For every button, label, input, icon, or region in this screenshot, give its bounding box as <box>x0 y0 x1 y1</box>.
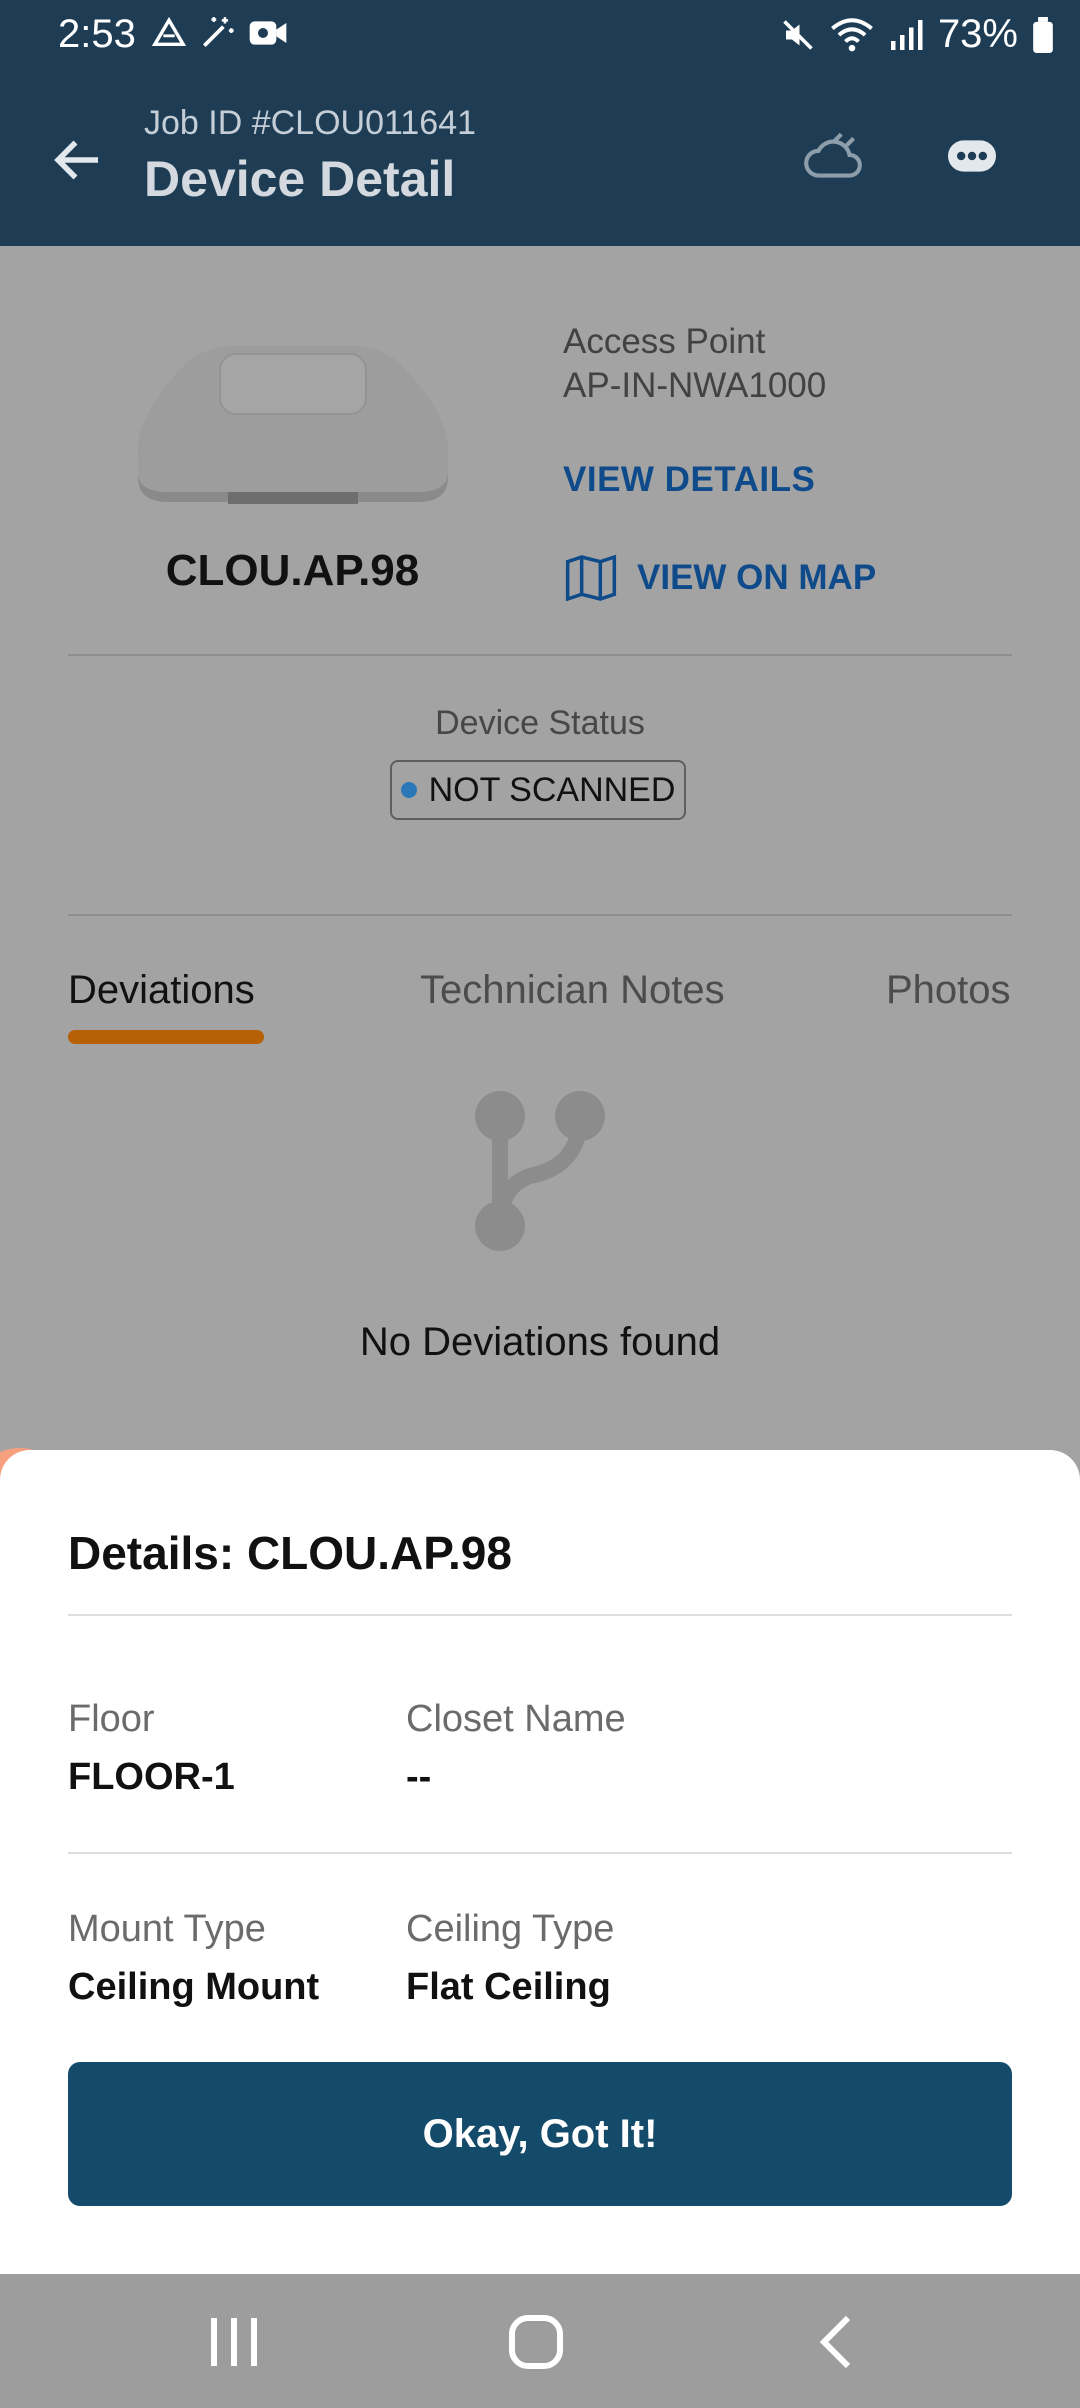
tab-photos[interactable]: Photos <box>886 968 1011 1013</box>
system-nav-bar <box>0 2274 1080 2408</box>
view-on-map-link[interactable]: VIEW ON MAP <box>563 550 876 606</box>
back-nav-icon[interactable] <box>808 2314 868 2370</box>
device-model: AP-IN-NWA1000 <box>563 366 827 405</box>
page-title: Device Detail <box>144 151 456 207</box>
device-status-value: NOT SCANNED <box>428 770 676 809</box>
device-detail-content: CLOU.AP.98 Access Point AP-IN-NWA1000 VI… <box>0 246 1080 1450</box>
drive-icon <box>152 16 186 47</box>
job-id: Job ID #CLOU011641 <box>144 104 477 142</box>
home-icon[interactable] <box>506 2314 566 2370</box>
ceiling-type-value: Flat Ceiling <box>406 1966 611 2008</box>
tab-deviations[interactable]: Deviations <box>68 968 255 1013</box>
okay-got-it-button[interactable]: Okay, Got It! <box>68 2062 1012 2206</box>
floor-value: FLOOR-1 <box>68 1756 235 1798</box>
back-arrow-icon[interactable] <box>48 130 108 190</box>
mount-type-label: Mount Type <box>68 1908 266 1950</box>
status-time: 2:53 <box>58 12 136 56</box>
sheet-divider <box>68 1614 1012 1616</box>
recent-apps-icon[interactable] <box>204 2314 264 2370</box>
video-call-icon <box>249 21 287 45</box>
empty-state-text: No Deviations found <box>359 1320 721 1364</box>
status-notification-icons <box>152 14 288 52</box>
details-bottom-sheet: Details: CLOU.AP.98 Floor FLOOR-1 Closet… <box>0 1450 1080 2274</box>
deviation-branch-icon <box>475 1091 605 1251</box>
signal-icon <box>890 19 923 50</box>
status-dot-icon <box>400 782 417 798</box>
wifi-icon <box>831 17 873 51</box>
active-tab-indicator <box>68 1030 264 1044</box>
view-details-link[interactable]: VIEW DETAILS <box>563 460 815 500</box>
closet-name-label: Closet Name <box>406 1698 626 1740</box>
battery-icon <box>1033 16 1053 53</box>
app-bar: Job ID #CLOU011641 Device Detail <box>0 72 1080 246</box>
tab-technician-notes[interactable]: Technician Notes <box>420 968 725 1013</box>
map-icon <box>565 554 617 602</box>
sheet-title: Details: CLOU.AP.98 <box>68 1527 512 1579</box>
device-status-label: Device Status <box>435 704 645 742</box>
device-name: CLOU.AP.98 <box>165 546 420 595</box>
device-type: Access Point <box>563 322 766 361</box>
divider <box>68 914 1012 916</box>
closet-name-value: -- <box>406 1756 432 1798</box>
access-point-image <box>138 346 448 504</box>
divider <box>68 654 1012 656</box>
status-bar: 2:53 73% <box>0 0 1080 72</box>
battery-percent: 73% <box>937 12 1018 56</box>
ceiling-type-label: Ceiling Type <box>406 1908 615 1950</box>
cloud-sync-icon[interactable] <box>800 126 866 192</box>
magic-wand-icon <box>202 17 234 48</box>
status-system-icons: 73% <box>780 12 1054 57</box>
view-on-map-label: VIEW ON MAP <box>637 558 877 597</box>
more-options-icon[interactable] <box>948 138 996 174</box>
device-status-badge: NOT SCANNED <box>390 760 686 820</box>
mute-icon <box>783 19 813 50</box>
floor-label: Floor <box>68 1698 155 1740</box>
sheet-divider <box>68 1852 1012 1854</box>
mount-type-value: Ceiling Mount <box>68 1966 320 2008</box>
